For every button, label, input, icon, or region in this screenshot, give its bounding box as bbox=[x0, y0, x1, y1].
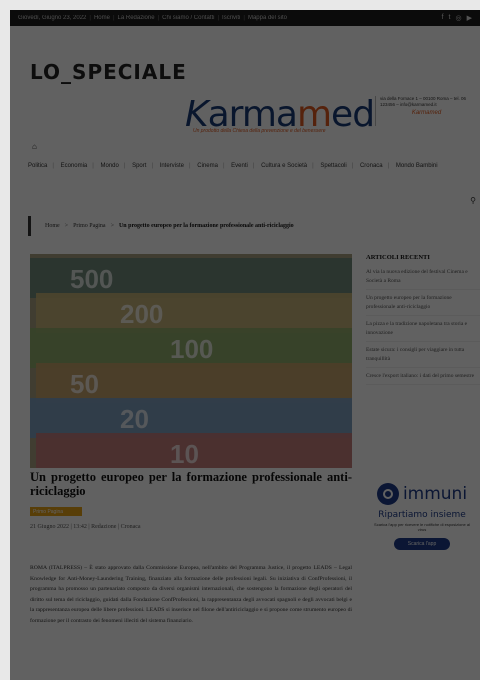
top-link-home[interactable]: Home bbox=[94, 15, 110, 21]
sidebar-recent-posts: ARTICOLI RECENTI Al via la nuova edizion… bbox=[366, 254, 480, 389]
nav-item-spettacoli[interactable]: Spettacoli bbox=[320, 158, 346, 174]
breadcrumb: Home > Primo Pagina > Un progetto europe… bbox=[28, 216, 478, 236]
nav-item-eventi[interactable]: Eventi bbox=[231, 158, 248, 174]
site-logo[interactable]: LO_SPECIALE bbox=[30, 60, 187, 84]
recent-post-link[interactable]: Estate sicura: i consigli per viaggiare … bbox=[366, 346, 480, 368]
banner-tagline: Un prodotto della Chiesa della prevenzio… bbox=[193, 128, 326, 134]
banknote-value: 50 bbox=[70, 369, 99, 399]
banknote-value: 500 bbox=[70, 264, 113, 294]
nav-item-sport[interactable]: Sport bbox=[132, 158, 146, 174]
article-body: ROMA (ITALPRESS) – È stato approvato dal… bbox=[30, 565, 352, 624]
search-icon[interactable]: ⚲ bbox=[470, 196, 476, 205]
top-link-contatti[interactable]: Chi siamo / Contatti bbox=[162, 15, 214, 21]
breadcrumb-section[interactable]: Primo Pagina bbox=[73, 223, 106, 229]
category-badge[interactable]: Primo Pagina bbox=[30, 507, 82, 516]
social-links: f t ◎ ▶ bbox=[442, 14, 472, 22]
recent-post-link[interactable]: Al via la nuova edizione del festival Ci… bbox=[366, 268, 480, 290]
ad-slogan: Ripartiamo insieme bbox=[378, 510, 466, 520]
twitter-icon[interactable]: t bbox=[449, 14, 451, 22]
breadcrumb-home[interactable]: Home bbox=[45, 223, 60, 229]
page: Giovedì, Giugno 23, 2022 | Home | La Redaz… bbox=[10, 10, 480, 680]
nav-item-cronaca[interactable]: Cronaca bbox=[360, 158, 383, 174]
site-header: LO_SPECIALE Karmamed Un prodotto della C… bbox=[10, 26, 480, 136]
nav-item-bambini[interactable]: Mondo Bambini bbox=[396, 158, 438, 174]
nav-item-cinema[interactable]: Cinema bbox=[197, 158, 218, 174]
top-link-redazione[interactable]: La Redazione bbox=[118, 15, 155, 21]
top-date: Giovedì, Giugno 23, 2022 bbox=[18, 15, 87, 21]
recent-post-link[interactable]: La pizza e la tradizione napoletana tra … bbox=[366, 320, 480, 342]
banknote-value: 200 bbox=[120, 299, 163, 329]
banknote-value: 100 bbox=[170, 334, 213, 364]
banknote bbox=[36, 293, 352, 333]
nav-item-economia[interactable]: Economia bbox=[61, 158, 88, 174]
facebook-icon[interactable]: f bbox=[442, 14, 444, 22]
breadcrumb-current: Un progetto europeo per la formazione pr… bbox=[118, 223, 294, 229]
article-meta: 21 Giugno 2022 | 13:42 | Redazione | Cro… bbox=[30, 524, 141, 530]
banknote bbox=[30, 398, 352, 438]
nav-item-cultura[interactable]: Cultura e Società bbox=[261, 158, 307, 174]
banner-side-info: via della Fornace 1 – 00100 Roma – tel. … bbox=[375, 96, 473, 126]
header-banner-ad[interactable]: Karmamed Un prodotto della Chiesa della … bbox=[185, 88, 475, 142]
top-links: Giovedì, Giugno 23, 2022 | Home | La Redaz… bbox=[18, 15, 287, 21]
sidebar-title: ARTICOLI RECENTI bbox=[366, 254, 430, 261]
recent-post-link[interactable]: Cresce l'export italiano: i dati del pri… bbox=[366, 372, 480, 385]
nav-item-mondo[interactable]: Mondo bbox=[101, 158, 119, 174]
banknote-value: 20 bbox=[120, 404, 149, 434]
youtube-icon[interactable]: ▶ bbox=[467, 14, 472, 22]
instagram-icon[interactable]: ◎ bbox=[456, 14, 462, 22]
nav-item-politica[interactable]: Politica bbox=[28, 158, 47, 174]
sidebar-ad-immuni[interactable]: immuni Ripartiamo insieme Scarica l'app … bbox=[364, 475, 480, 593]
breadcrumb-separator: > bbox=[64, 223, 69, 229]
ad-download-button[interactable]: Scarica l'app bbox=[393, 538, 451, 550]
immuni-logo-icon bbox=[376, 483, 399, 505]
hero-image: 500 200 100 50 20 10 bbox=[30, 254, 352, 468]
top-link-mappa[interactable]: Mappa del sito bbox=[248, 15, 287, 21]
banknote-stack: 500200100 50 20 10 bbox=[30, 258, 352, 468]
article-title: Un progetto europeo per la formazione pr… bbox=[30, 470, 352, 498]
top-bar: Giovedì, Giugno 23, 2022 | Home | La Redaz… bbox=[10, 10, 480, 26]
recent-post-link[interactable]: Un progetto europeo per la formazione pr… bbox=[366, 294, 480, 316]
ad-brand: immuni bbox=[402, 484, 468, 504]
banner-signature: Karmamed bbox=[411, 110, 442, 116]
breadcrumb-separator: > bbox=[110, 223, 114, 229]
top-link-iscriviti[interactable]: Iscriviti bbox=[222, 15, 240, 21]
ad-note: Scarica l'app per ricevere le notifiche … bbox=[374, 522, 470, 532]
nav-item-interviste[interactable]: Interviste bbox=[160, 158, 184, 174]
banknote-value: 10 bbox=[170, 439, 199, 468]
home-icon[interactable]: ⌂ bbox=[32, 142, 37, 151]
main-nav: Politica | Economia | Mondo | Sport | Interv… bbox=[28, 158, 478, 174]
